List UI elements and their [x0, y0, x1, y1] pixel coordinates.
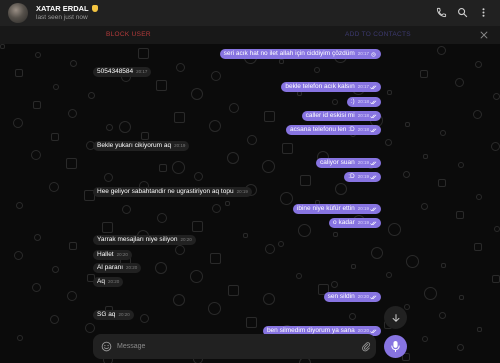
smile-icon[interactable]: [101, 341, 112, 352]
outgoing-message[interactable]: o kadar 20:19: [329, 218, 381, 228]
message-time: 20:18: [357, 113, 369, 118]
outgoing-message[interactable]: bekle telefon acık kalsın 20:17: [281, 82, 381, 92]
message-time: 20:17: [357, 84, 369, 89]
arrow-down-icon: [392, 313, 399, 322]
message-time: 20:20: [118, 312, 130, 317]
phone-icon[interactable]: [435, 6, 448, 19]
message-text: sen sildin: [327, 293, 355, 300]
incoming-message[interactable]: Al paranı 20:20: [93, 263, 142, 273]
contact-name: XATAR ERDAL: [36, 4, 89, 13]
message-time: 20:20: [180, 237, 192, 242]
message-text: Hallet: [97, 251, 114, 258]
message-text: ibine niye küfür ettin: [296, 205, 355, 212]
outgoing-message[interactable]: :) 20:18: [346, 97, 381, 107]
close-icon[interactable]: [479, 30, 489, 40]
read-checkmarks-icon: [370, 100, 377, 104]
message-time: 20:19: [357, 206, 369, 211]
incoming-message[interactable]: Bekle yukarı cikiyorum aq 20:19: [93, 141, 190, 151]
outgoing-message[interactable]: ibine niye küfür ettin 20:19: [292, 204, 381, 214]
incoming-message[interactable]: Yarrak mesajları niye siliyon 20:20: [93, 235, 196, 245]
record-voice-button[interactable]: [384, 335, 407, 358]
message-text: :D: [348, 173, 355, 180]
message-text: o kadar: [333, 219, 355, 226]
message-text: SG aq: [97, 311, 116, 318]
message-time: 20:19: [357, 160, 369, 165]
message-composer: [93, 334, 376, 359]
read-checkmarks-icon: [370, 221, 377, 225]
incoming-message[interactable]: Hallet 20:20: [93, 250, 132, 260]
incoming-message[interactable]: Hee geliyor sabahtandir ne ugrastiriyon …: [93, 187, 252, 197]
message-time: 20:19: [357, 174, 369, 179]
message-time: 20:20: [116, 252, 128, 257]
message-time: 20:19: [357, 220, 369, 225]
read-checkmarks-icon: [370, 329, 377, 333]
read-checkmarks-icon: [370, 114, 377, 118]
message-time: 20:19: [236, 189, 248, 194]
message-time: 20:17: [136, 69, 148, 74]
read-checkmarks-icon: [370, 175, 377, 179]
message-time: 20:20: [126, 265, 138, 270]
outgoing-message[interactable]: sen sildin 20:20: [323, 292, 381, 302]
message-text: seri acık hat no ilet allah için ciddiyi…: [223, 50, 355, 57]
message-time: 20:18: [357, 127, 369, 132]
message-text: caller id eskisi mi: [305, 112, 355, 119]
message-text: :): [350, 98, 355, 105]
read-checkmarks-icon: [370, 295, 377, 299]
last-seen-status: last seen just now: [36, 14, 88, 21]
chat-header[interactable]: XATAR ERDAL last seen just now: [0, 0, 500, 26]
more-vertical-icon[interactable]: [477, 6, 490, 19]
outgoing-message[interactable]: acsana telefonu len :D 20:18: [286, 125, 381, 135]
message-time: 20:17: [357, 51, 369, 56]
chat-window: XATAR ERDAL last seen just now BLOCK USE…: [0, 0, 500, 363]
message-text: caliyor suan: [320, 159, 355, 166]
message-text: acsana telefonu len :D: [290, 126, 355, 133]
read-checkmarks-icon: [370, 161, 377, 165]
outgoing-message[interactable]: caller id eskisi mi 20:18: [301, 111, 381, 121]
avatar[interactable]: [8, 3, 28, 23]
outgoing-message[interactable]: seri acık hat no ilet allah için ciddiyi…: [219, 49, 381, 59]
outgoing-message[interactable]: caliyor suan 20:19: [316, 158, 381, 168]
message-time: 20:20: [357, 294, 369, 299]
block-user-button[interactable]: BLOCK USER: [106, 31, 151, 38]
scroll-down-button[interactable]: [384, 306, 407, 329]
action-bar: BLOCK USER ADD TO CONTACTS: [0, 26, 500, 44]
message-text: Hee geliyor sabahtandir ne ugrastiriyon …: [97, 188, 234, 195]
message-text: Aq: [97, 278, 105, 285]
read-checkmarks-icon: [370, 128, 377, 132]
read-checkmarks-icon: [370, 207, 377, 211]
message-time: 20:20: [107, 279, 120, 284]
paperclip-icon[interactable]: [361, 341, 371, 352]
chat-title-block[interactable]: XATAR ERDAL last seen just now: [36, 4, 98, 22]
message-text: Yarrak mesajları niye siliyon: [97, 236, 178, 243]
read-checkmarks-icon: [370, 85, 377, 89]
chat-title: XATAR ERDAL: [36, 4, 98, 13]
add-to-contacts-button[interactable]: ADD TO CONTACTS: [345, 31, 411, 38]
message-text: bekle telefon acık kalsın: [285, 83, 355, 90]
hand-emoji-icon: [91, 5, 98, 12]
message-time: 20:18: [357, 99, 369, 104]
message-list: seri acık hat no ilet allah için ciddiyi…: [0, 44, 500, 363]
search-icon[interactable]: [456, 6, 469, 19]
pending-clock-icon: [371, 51, 376, 57]
incoming-message[interactable]: Aq 20:20: [93, 277, 124, 287]
message-text: Bekle yukarı cikiyorum aq: [97, 142, 172, 149]
message-text: Al paranı: [97, 264, 124, 271]
message-input[interactable]: [117, 340, 347, 353]
incoming-message[interactable]: SG aq 20:20: [93, 310, 134, 320]
message-time: 20:19: [174, 143, 186, 148]
incoming-message[interactable]: 5054348584 20:17: [93, 67, 152, 77]
microphone-icon: [391, 341, 400, 353]
message-text: 5054348584: [97, 68, 134, 75]
outgoing-message[interactable]: :D 20:19: [344, 172, 381, 182]
